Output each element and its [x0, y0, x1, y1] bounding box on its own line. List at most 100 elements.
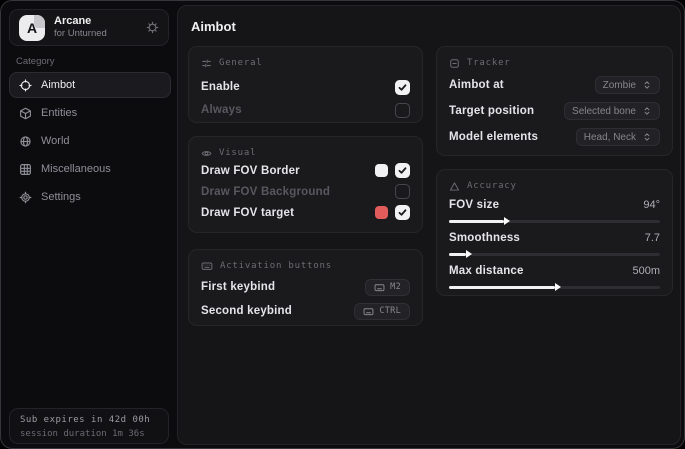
- slider-thumb[interactable]: [504, 217, 510, 225]
- sidebar-item-settings[interactable]: Settings: [9, 184, 171, 210]
- logo-letter: A: [27, 20, 37, 36]
- fov-target-checkbox[interactable]: [395, 205, 410, 220]
- card-title: Activation buttons: [220, 261, 332, 271]
- app-meta: Arcane for Unturned: [54, 15, 107, 41]
- fov-size-value: 94°: [643, 199, 660, 211]
- setting-label: Max distance: [449, 265, 524, 277]
- keybind-value: M2: [390, 282, 401, 292]
- chevrons-up-down-icon: [642, 106, 652, 116]
- sidebar-item-aimbot[interactable]: Aimbot: [9, 72, 171, 98]
- chevrons-up-down-icon: [642, 132, 652, 142]
- eye-icon: [201, 148, 212, 159]
- sidebar-item-miscellaneous[interactable]: Miscellaneous: [9, 156, 171, 182]
- sidebar-item-world[interactable]: World: [9, 128, 171, 154]
- setting-label: Always: [201, 104, 242, 116]
- keyboard-icon: [201, 260, 213, 272]
- setting-label: Model elements: [449, 131, 538, 143]
- first-keybind-button[interactable]: M2: [365, 279, 410, 296]
- sub-expiry: Sub expires in 42d 00h: [20, 413, 158, 428]
- enable-checkbox[interactable]: [395, 80, 410, 95]
- dropdown-value: Zombie: [603, 80, 636, 91]
- setting-row-always: Always: [201, 100, 410, 120]
- activation-card-header: Activation buttons: [201, 260, 410, 272]
- page-title: Aimbot: [191, 19, 236, 34]
- setting-label: Enable: [201, 81, 240, 93]
- sidebar-item-label: World: [41, 135, 70, 147]
- setting-label: Draw FOV Border: [201, 165, 300, 177]
- activation-card: Activation buttons First keybind M2 Seco…: [188, 249, 423, 326]
- setting-row-first-keybind: First keybind M2: [201, 278, 410, 296]
- sidebar-item-entities[interactable]: Entities: [9, 100, 171, 126]
- general-card: General Enable Always: [188, 46, 423, 123]
- visual-card-header: Visual: [201, 147, 410, 159]
- setting-row-fov-background: Draw FOV Background: [201, 182, 410, 201]
- general-card-header: General: [201, 57, 410, 69]
- slider-thumb[interactable]: [555, 283, 561, 291]
- fov-target-color-swatch[interactable]: [375, 206, 388, 219]
- setting-row-aimbot-at: Aimbot at Zombie: [449, 75, 660, 95]
- fov-background-checkbox[interactable]: [395, 184, 410, 199]
- slider-fill: [449, 286, 555, 289]
- aimbot-at-dropdown[interactable]: Zombie: [595, 76, 660, 94]
- app-subtitle: for Unturned: [54, 28, 107, 40]
- setting-label: Target position: [449, 105, 534, 117]
- app-name: Arcane: [54, 15, 107, 29]
- target-position-dropdown[interactable]: Selected bone: [564, 102, 660, 120]
- category-label: Category: [16, 56, 55, 67]
- scan-minus-icon: [449, 58, 460, 69]
- setting-label: Smoothness: [449, 232, 520, 244]
- slider-fill: [449, 253, 466, 256]
- grid-icon: [19, 163, 32, 176]
- always-checkbox[interactable]: [395, 103, 410, 118]
- slider-thumb[interactable]: [466, 250, 472, 258]
- app-header: A Arcane for Unturned: [9, 9, 169, 46]
- fov-size-slider[interactable]: [449, 217, 660, 225]
- max-distance-slider[interactable]: [449, 283, 660, 291]
- card-title: Tracker: [467, 58, 511, 68]
- keyboard-icon: [374, 282, 385, 293]
- setting-label: Draw FOV target: [201, 207, 294, 219]
- sidebar-item-label: Settings: [41, 191, 81, 203]
- app-logo: A: [19, 15, 45, 41]
- slider-track[interactable]: [449, 286, 660, 289]
- model-elements-dropdown[interactable]: Head, Neck: [576, 128, 660, 146]
- smoothness-slider[interactable]: [449, 250, 660, 258]
- triangle-icon: [449, 181, 460, 192]
- setting-row-fov-target: Draw FOV target: [201, 203, 410, 222]
- slider-fill: [449, 220, 504, 223]
- card-title: Visual: [219, 148, 256, 158]
- main-panel: Aimbot General Enable Always: [177, 5, 681, 445]
- visual-card: Visual Draw FOV Border Draw FOV Backgrou…: [188, 136, 423, 233]
- keyboard-icon: [363, 306, 374, 317]
- tracker-card-header: Tracker: [449, 57, 660, 69]
- max-distance-value: 500m: [632, 265, 660, 277]
- dropdown-value: Selected bone: [572, 106, 636, 117]
- sliders-icon: [201, 58, 212, 69]
- setting-row-target-position: Target position Selected bone: [449, 101, 660, 121]
- setting-row-fov-size: FOV size 94°: [449, 198, 660, 212]
- setting-label: Aimbot at: [449, 79, 504, 91]
- second-keybind-button[interactable]: CTRL: [354, 303, 410, 320]
- smoothness-value: 7.7: [645, 232, 660, 244]
- card-title: General: [219, 58, 263, 68]
- setting-row-fov-border: Draw FOV Border: [201, 161, 410, 180]
- session-duration: session duration 1m 36s: [20, 428, 158, 441]
- check-icon: [398, 208, 407, 217]
- slider-track[interactable]: [449, 220, 660, 223]
- globe-icon: [19, 135, 32, 148]
- sidebar-item-label: Miscellaneous: [41, 163, 111, 175]
- subscription-info: Sub expires in 42d 00h session duration …: [9, 408, 169, 444]
- gear-icon[interactable]: [146, 21, 159, 34]
- check-icon: [398, 166, 407, 175]
- setting-row-smoothness: Smoothness 7.7: [449, 231, 660, 245]
- fov-border-color-swatch[interactable]: [375, 164, 388, 177]
- setting-label: FOV size: [449, 199, 499, 211]
- dropdown-value: Head, Neck: [584, 132, 636, 143]
- sidebar-nav: Aimbot Entities World Miscellaneous: [9, 72, 171, 212]
- setting-row-model-elements: Model elements Head, Neck: [449, 127, 660, 147]
- accuracy-card-header: Accuracy: [449, 180, 660, 192]
- fov-border-checkbox[interactable]: [395, 163, 410, 178]
- tracker-card: Tracker Aimbot at Zombie Target position…: [436, 46, 673, 156]
- slider-track[interactable]: [449, 253, 660, 256]
- accuracy-card: Accuracy FOV size 94° Smoothness 7.7: [436, 169, 673, 296]
